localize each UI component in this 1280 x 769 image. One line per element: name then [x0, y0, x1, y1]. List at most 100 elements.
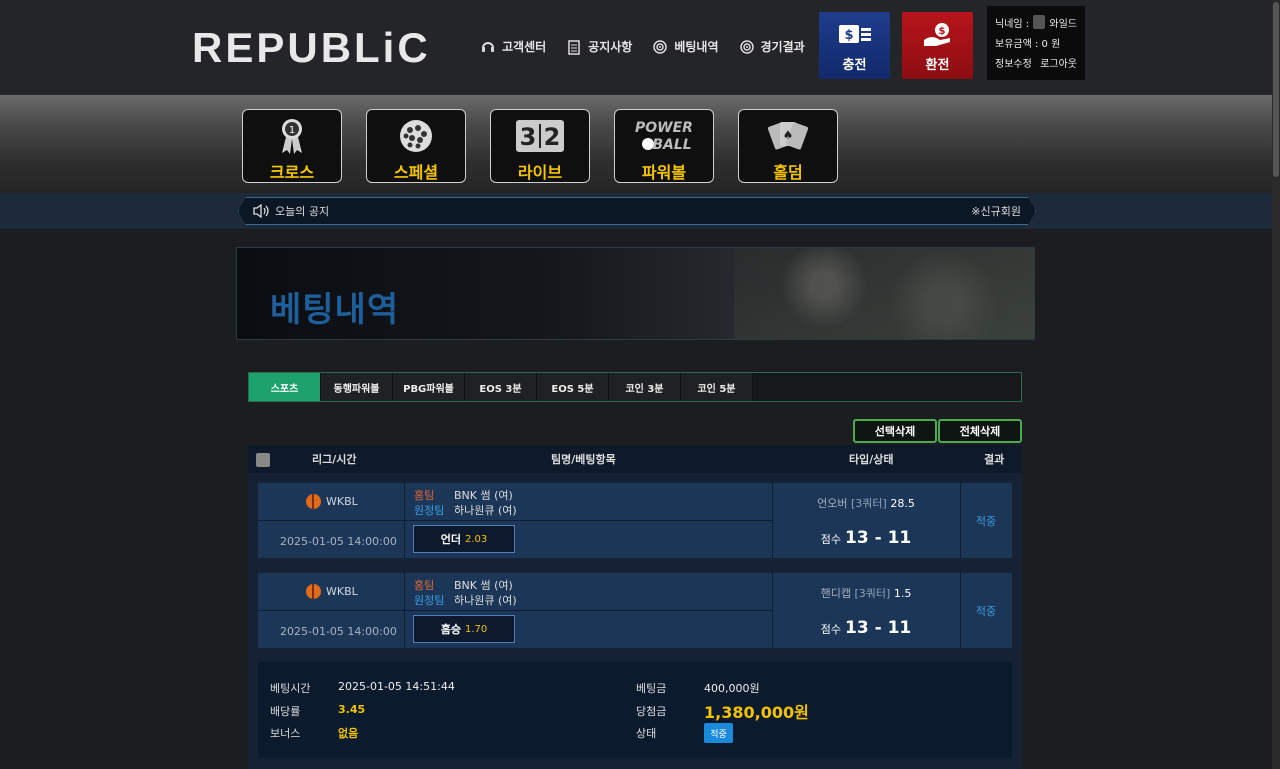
scrollbar[interactable] — [1272, 0, 1280, 769]
tab-coin-3min[interactable]: 코인 3분 — [609, 373, 681, 401]
game-holdem-button[interactable]: ♠ 홀덤 — [738, 109, 838, 183]
table-header: 리그/시간 팀명/베팅항목 타입/상태 결과 — [248, 445, 1022, 473]
odds-label: 배당률 — [270, 705, 301, 718]
line-value: 28.5 — [890, 497, 915, 510]
nav-label: 경기결과 — [760, 40, 805, 54]
game-cross-button[interactable]: 1 크로스 — [242, 109, 342, 183]
nav-label: 베팅내역 — [674, 40, 719, 54]
win-amount: 1,380,000원 — [704, 703, 809, 722]
bet-amount-label: 베팅금 — [636, 682, 667, 695]
away-label: 원정팀 — [414, 504, 445, 517]
svg-text:POWER: POWER — [635, 120, 693, 136]
notice-label: 오늘의 공지 — [275, 205, 330, 218]
match-date: 2025-01-05 14:00:00 — [280, 625, 397, 638]
tab-sports[interactable]: 스포츠 — [249, 373, 321, 401]
match-date: 2025-01-05 14:00:00 — [280, 535, 397, 548]
bet-amount: 400,000원 — [704, 682, 760, 695]
result-status: 적중 — [975, 515, 997, 528]
basketball-icon — [306, 584, 321, 599]
page-title: 베팅내역 — [270, 290, 400, 330]
quarter: [3쿼터] — [851, 497, 887, 510]
nav-customer-center[interactable]: 고객센터 — [480, 38, 546, 55]
game-special-button[interactable]: 스페셜 — [366, 109, 466, 183]
rank-icon — [1033, 15, 1046, 29]
total-odds: 3.45 — [338, 703, 366, 716]
home-label: 홈팀 — [414, 489, 435, 502]
tab-coin-5min[interactable]: 코인 5분 — [681, 373, 753, 401]
table-row: WKBL 2025-01-05 14:00:00 홈팀 BNK 썸 (여) 원정팀… — [258, 483, 1012, 558]
site-logo[interactable]: REPUBLiC — [192, 24, 431, 72]
league-name: WKBL — [326, 495, 358, 508]
cash-icon: $ — [838, 25, 871, 43]
quarter: [3쿼터] — [854, 587, 891, 600]
away-team: 하나원큐 (여) — [454, 594, 517, 607]
svg-text:1: 1 — [289, 125, 295, 136]
scrollbar-thumb[interactable] — [1273, 2, 1279, 177]
tab-eos-5min[interactable]: EOS 5분 — [537, 373, 609, 401]
score: 13 - 11 — [845, 528, 912, 548]
game-powerball-button[interactable]: POWER BALL 파워볼 — [614, 109, 714, 183]
home-label: 홈팀 — [414, 579, 435, 592]
nav-game-results[interactable]: 경기결과 — [739, 38, 805, 55]
away-label: 원정팀 — [414, 594, 445, 607]
svg-text:BALL: BALL — [652, 137, 691, 153]
ball-icon — [400, 120, 432, 152]
bet-time: 2025-01-05 14:51:44 — [338, 680, 455, 693]
exchange-button[interactable]: $ 환전 — [902, 12, 973, 79]
bet-type: 핸디캡 — [820, 587, 852, 600]
game-label: 크로스 — [269, 163, 315, 182]
tab-pbg-powerball[interactable]: PBG파워볼 — [393, 373, 465, 401]
score-label: 점수 — [820, 623, 842, 636]
delete-all-button[interactable]: 전체삭제 — [938, 419, 1022, 443]
result-status: 적중 — [975, 605, 997, 618]
status-label: 상태 — [636, 727, 657, 740]
league-name: WKBL — [326, 585, 358, 598]
user-info-box: 닉네임 : 와일드 보유금액 : 0 원 정보수정 로그아웃 — [987, 6, 1085, 80]
col-league-time: 리그/시간 — [312, 453, 357, 466]
top-header: REPUBLiC 고객센터 공지사항 베팅내역 경기결과 $ 충전 $ 환전 닉 — [0, 0, 1280, 95]
target-icon — [739, 39, 754, 54]
col-result: 결과 — [984, 453, 1005, 466]
logout-link[interactable]: 로그아웃 — [1040, 55, 1077, 70]
medal-icon: 1 — [282, 119, 302, 154]
speaker-icon — [253, 204, 269, 218]
pick-label: 홈승 — [440, 623, 461, 636]
nav-bet-history[interactable]: 베팅내역 — [652, 38, 719, 55]
clipboard-icon — [568, 39, 580, 55]
game-live-button[interactable]: 32 라이브 — [490, 109, 590, 183]
target-icon — [653, 39, 668, 54]
stadium-image — [734, 248, 1034, 339]
select-all-checkbox[interactable] — [256, 453, 270, 467]
svg-text:♠: ♠ — [783, 128, 794, 142]
page-banner: 베팅내역 — [236, 247, 1035, 340]
headset-icon — [482, 41, 494, 52]
score: 13 - 11 — [845, 618, 912, 638]
bet-pick: 홈승 1.70 — [413, 615, 515, 643]
line-value: 1.5 — [893, 587, 912, 600]
status-badge: 적중 — [704, 723, 733, 743]
pick-label: 언더 — [440, 533, 461, 546]
select-delete-button[interactable]: 선택삭제 — [853, 419, 937, 443]
bet-history-table: 리그/시간 팀명/베팅항목 타입/상태 결과 WKBL 2025-01-05 1… — [248, 445, 1022, 769]
tab-donghaeng-powerball[interactable]: 동행파워볼 — [321, 373, 393, 401]
game-label: 파워볼 — [641, 163, 687, 182]
notice-ticker: ※신규회원 — [971, 205, 1021, 218]
table-row: WKBL 2025-01-05 14:00:00 홈팀 BNK 썸 (여) 원정팀… — [258, 573, 1012, 648]
scoreboard-icon: 32 — [516, 120, 564, 152]
powerball-icon: POWERBALL — [635, 120, 693, 153]
balance: 보유금액 : 0 원 — [995, 38, 1061, 50]
nav-notices[interactable]: 공지사항 — [566, 38, 632, 55]
basketball-icon — [306, 494, 321, 509]
home-team: BNK 썸 (여) — [454, 579, 513, 592]
svg-text:$: $ — [938, 26, 945, 37]
edit-info-link[interactable]: 정보수정 — [995, 55, 1032, 70]
pick-odds: 2.03 — [464, 533, 488, 545]
category-tabs: 스포츠 동행파워볼 PBG파워볼 EOS 3분 EOS 5분 코인 3분 코인 … — [248, 372, 1022, 402]
bonus-label: 보너스 — [270, 727, 301, 740]
charge-button[interactable]: $ 충전 — [819, 12, 890, 79]
notice-bar[interactable]: 오늘의 공지 ※신규회원 — [238, 197, 1036, 225]
col-team-bet: 팀명/베팅항목 — [551, 453, 616, 466]
tab-eos-3min[interactable]: EOS 3분 — [465, 373, 537, 401]
bet-type: 언오버 — [817, 497, 848, 510]
svg-text:$: $ — [844, 28, 853, 43]
